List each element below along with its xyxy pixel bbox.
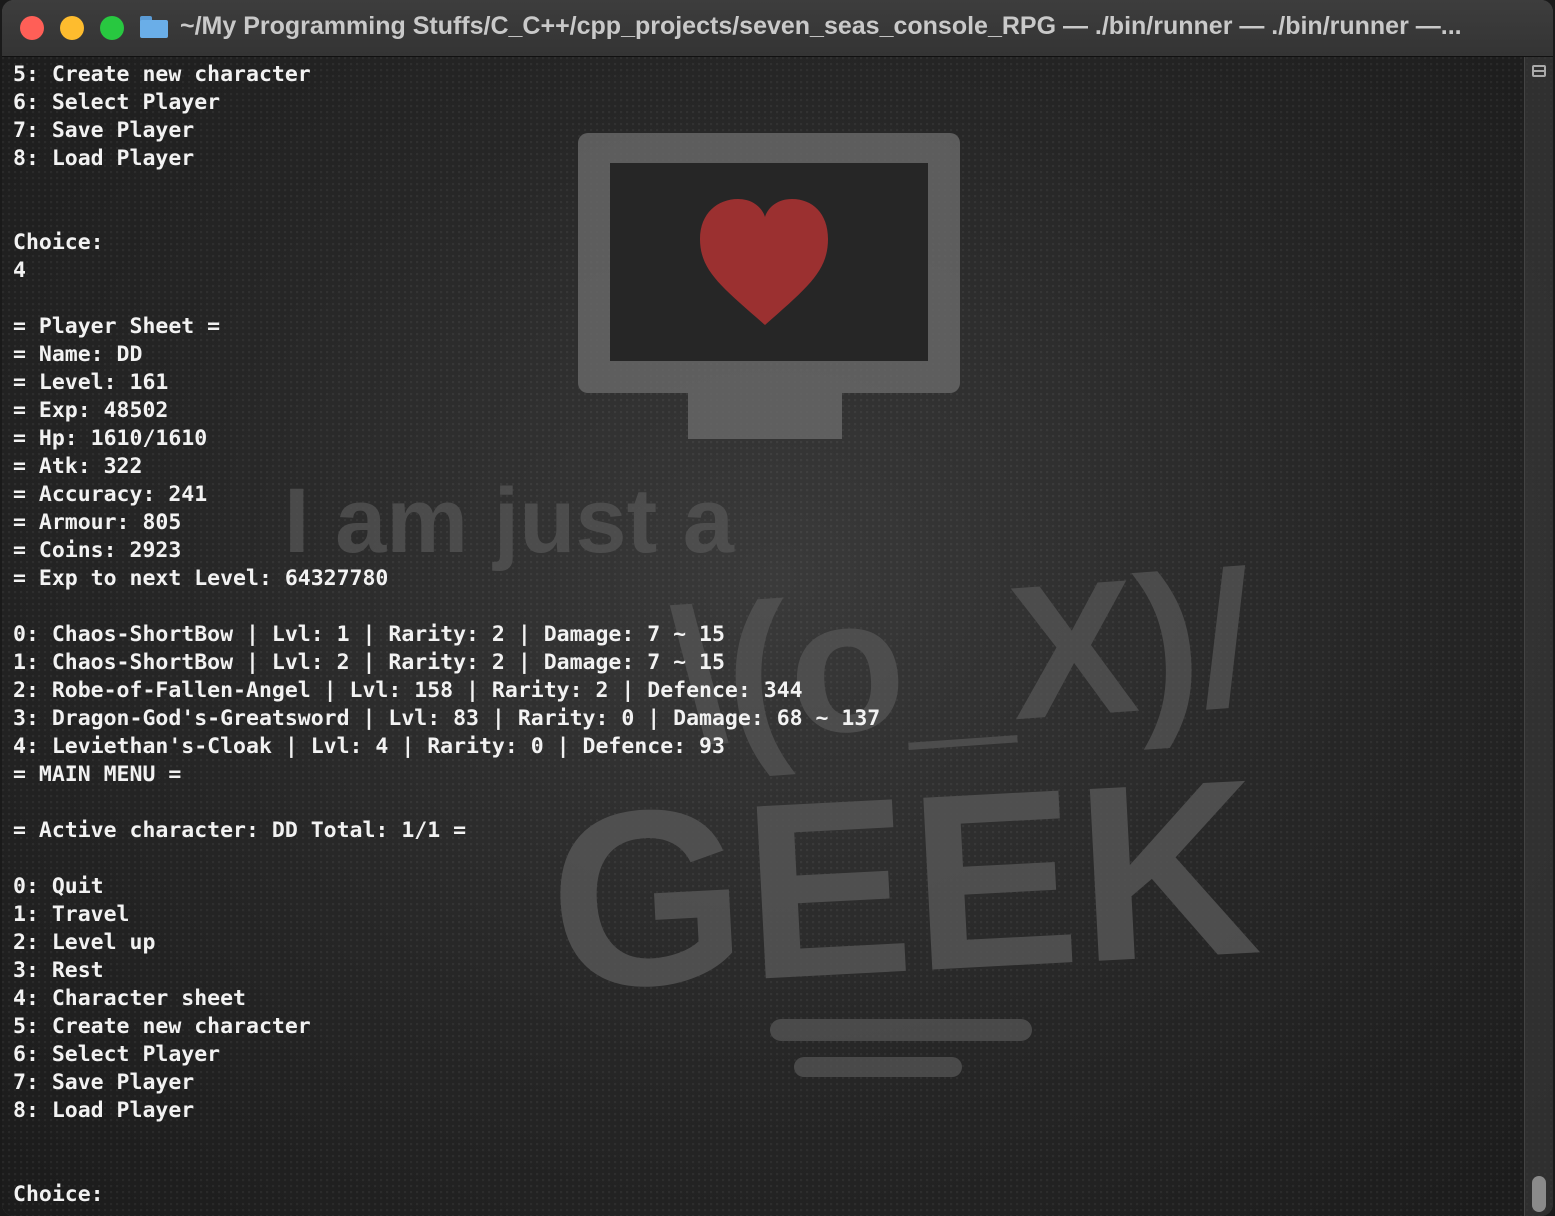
terminal-line: = Active character: DD Total: 1/1 = bbox=[13, 818, 467, 843]
terminal-window: ~/My Programming Stuffs/C_C++/cpp_projec… bbox=[2, 0, 1553, 1216]
terminal-line: = Name: DD bbox=[13, 342, 143, 367]
window-controls bbox=[20, 16, 124, 40]
terminal-output[interactable]: 5: Create new character 6: Select Player 7… bbox=[13, 61, 1513, 1209]
terminal-line: = Player Sheet = bbox=[13, 314, 221, 339]
terminal-line: 4: Leviethan's-Cloak | Lvl: 4 | Rarity: … bbox=[13, 734, 725, 759]
window-title-text: ~/My Programming Stuffs/C_C++/cpp_projec… bbox=[180, 12, 1462, 40]
title-bar[interactable]: ~/My Programming Stuffs/C_C++/cpp_projec… bbox=[2, 0, 1553, 57]
terminal-line: 7: Save Player bbox=[13, 1070, 195, 1095]
close-button[interactable] bbox=[20, 16, 44, 40]
terminal-line: = Accuracy: 241 bbox=[13, 482, 208, 507]
terminal-line: = Exp: 48502 bbox=[13, 398, 169, 423]
terminal-line: 2: Level up bbox=[13, 930, 156, 955]
terminal-line: = MAIN MENU = bbox=[13, 762, 182, 787]
maximize-button[interactable] bbox=[100, 16, 124, 40]
terminal-line: = Hp: 1610/1610 bbox=[13, 426, 208, 451]
terminal-line: 1: Travel bbox=[13, 902, 130, 927]
terminal-line: = Atk: 322 bbox=[13, 454, 143, 479]
terminal-line: 4 bbox=[13, 258, 26, 283]
terminal-line: 3: Rest bbox=[13, 958, 104, 983]
terminal-line: 3: Dragon-God's-Greatsword | Lvl: 83 | R… bbox=[13, 706, 881, 731]
terminal-line: = Coins: 2923 bbox=[13, 538, 182, 563]
terminal-line: = Armour: 805 bbox=[13, 510, 182, 535]
terminal-line: = Level: 161 bbox=[13, 370, 169, 395]
folder-icon bbox=[140, 15, 168, 38]
terminal-line: Choice: bbox=[13, 230, 104, 255]
scrollbar-thumb[interactable] bbox=[1532, 1176, 1546, 1212]
terminal-line: 4: Character sheet bbox=[13, 986, 246, 1011]
terminal-line: 7: Save Player bbox=[13, 118, 195, 143]
terminal-line: 6: Select Player bbox=[13, 1042, 221, 1067]
terminal-line: Choice: bbox=[13, 1182, 104, 1207]
terminal-line: 5: Create new character bbox=[13, 1014, 311, 1039]
vertical-scrollbar[interactable] bbox=[1524, 57, 1553, 1216]
terminal-line: 8: Load Player bbox=[13, 1098, 195, 1123]
terminal-line: 5: Create new character bbox=[13, 62, 311, 87]
window-title: ~/My Programming Stuffs/C_C++/cpp_projec… bbox=[140, 12, 1533, 41]
terminal-line: = Exp to next Level: 64327780 bbox=[13, 566, 389, 591]
terminal-line: 1: Chaos-ShortBow | Lvl: 2 | Rarity: 2 |… bbox=[13, 650, 725, 675]
terminal-line: 0: Chaos-ShortBow | Lvl: 1 | Rarity: 2 |… bbox=[13, 622, 725, 647]
scrollbar-marks-icon[interactable] bbox=[1532, 65, 1546, 77]
terminal-line: 8: Load Player bbox=[13, 146, 195, 171]
terminal-line: 0: Quit bbox=[13, 874, 104, 899]
terminal-line: 2: Robe-of-Fallen-Angel | Lvl: 158 | Rar… bbox=[13, 678, 803, 703]
terminal-line: 6: Select Player bbox=[13, 90, 221, 115]
minimize-button[interactable] bbox=[60, 16, 84, 40]
